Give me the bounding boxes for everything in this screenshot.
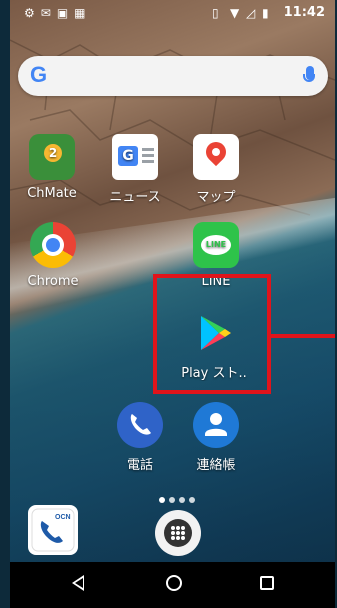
app-phone[interactable]: 電話	[105, 402, 175, 473]
wifi-icon: ▼	[230, 6, 240, 20]
app-contacts[interactable]: 連絡帳	[181, 402, 251, 473]
app-drawer-button[interactable]	[155, 510, 201, 556]
line-icon	[193, 222, 239, 268]
app-label: ニュース	[109, 190, 161, 205]
highlight-pointer-line	[271, 334, 335, 338]
contacts-icon	[193, 402, 239, 448]
page-indicator	[159, 488, 199, 503]
status-bar: ⚙✉▣▦ ▯ ▼ ◿ ▮ 11:42	[10, 0, 335, 26]
highlight-box	[153, 274, 271, 394]
page-dot	[189, 497, 195, 503]
no-signal-icon: ◿	[246, 6, 256, 20]
app-drawer-icon	[164, 519, 192, 547]
home-icon[interactable]	[166, 575, 182, 591]
app-maps[interactable]: マップ	[181, 134, 251, 205]
vibrate-icon: ▯	[212, 6, 219, 20]
app-label: 電話	[126, 458, 153, 473]
app-label: マップ	[196, 190, 236, 205]
home-screen: ⚙✉▣▦ ▯ ▼ ◿ ▮ 11:42 G ChMate ニュース マップ Chr…	[10, 0, 335, 608]
navigation-bar	[10, 562, 335, 608]
chrome-icon	[30, 222, 76, 268]
app-news[interactable]: ニュース	[100, 134, 170, 205]
maps-icon	[193, 134, 239, 180]
chmate-icon	[29, 134, 75, 180]
app-label: ChMate	[27, 186, 77, 201]
app-chrome[interactable]: Chrome	[18, 222, 88, 289]
app-label: Chrome	[27, 274, 79, 289]
google-logo-icon: G	[30, 62, 48, 87]
news-icon	[112, 134, 158, 180]
notification-icons: ⚙✉▣▦	[24, 6, 92, 20]
app-label: 連絡帳	[196, 458, 236, 473]
back-icon[interactable]	[72, 575, 84, 591]
ocn-label: OCN	[55, 514, 71, 521]
page-dot	[159, 497, 165, 503]
ocn-phone-app[interactable]: OCN	[28, 505, 78, 555]
recent-apps-icon[interactable]	[260, 576, 274, 590]
app-chmate[interactable]: ChMate	[17, 134, 87, 201]
battery-icon: ▮	[262, 6, 269, 20]
ocn-phone-icon: OCN	[31, 508, 75, 552]
page-dot	[169, 497, 175, 503]
phone-icon	[117, 402, 163, 448]
mic-icon[interactable]	[303, 66, 315, 82]
status-time: 11:42	[283, 5, 325, 20]
google-search-bar[interactable]: G	[18, 56, 328, 96]
page-dot	[179, 497, 185, 503]
